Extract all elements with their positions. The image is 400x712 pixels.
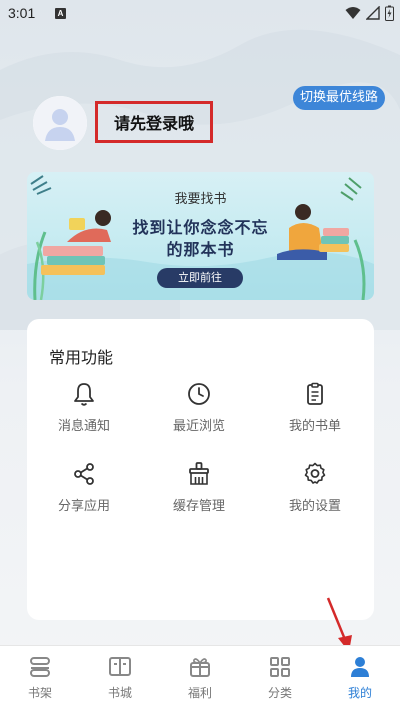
- tab-label: 福利: [187, 686, 212, 700]
- tab-label: 书城: [107, 686, 132, 700]
- bell-icon: [74, 383, 94, 406]
- common-functions-card: 常用功能 消息通知 最近浏览 我的书单 分享应用 缓存管理 我的设置: [27, 319, 374, 620]
- signal-icon: [366, 6, 380, 20]
- bottom-tab-bar: 书架 书城 福利 分类 我的: [0, 645, 400, 712]
- clock-icon: [188, 383, 210, 405]
- tab-bookshelf[interactable]: 书架: [0, 646, 80, 712]
- battery-icon: [385, 5, 394, 21]
- bookshelf-icon: [30, 657, 50, 677]
- avatar[interactable]: [33, 96, 87, 150]
- gear-icon: [304, 462, 326, 484]
- status-time: 3:01: [8, 5, 36, 21]
- notifications-item[interactable]: 消息通知: [34, 381, 134, 445]
- default-avatar-icon: [33, 96, 87, 150]
- recent-browse-item[interactable]: 最近浏览: [149, 381, 249, 445]
- tab-welfare[interactable]: 福利: [160, 646, 240, 712]
- function-label: 缓存管理: [172, 499, 225, 514]
- tab-label: 书架: [27, 686, 52, 700]
- tab-bookstore[interactable]: 书城: [80, 646, 160, 712]
- my-settings-item[interactable]: 我的设置: [265, 461, 365, 525]
- function-label: 我的设置: [288, 499, 341, 514]
- function-label: 消息通知: [57, 419, 110, 434]
- switch-line-button[interactable]: 切换最优线路: [293, 86, 386, 110]
- grid-icon: [270, 657, 290, 677]
- section-title: 常用功能: [49, 348, 114, 367]
- book-icon: [109, 657, 131, 676]
- share-app-item[interactable]: 分享应用: [34, 461, 134, 525]
- wifi-icon: [345, 7, 361, 19]
- tab-label: 分类: [267, 686, 292, 700]
- function-label: 分享应用: [57, 499, 110, 514]
- gift-icon: [190, 658, 210, 677]
- function-label: 我的书单: [288, 419, 341, 434]
- notification-icon: A: [55, 8, 66, 19]
- banner-title: 我要找书: [174, 192, 227, 207]
- my-booklist-item[interactable]: 我的书单: [265, 381, 365, 445]
- tab-label: 我的: [347, 686, 372, 700]
- banner-slogan-line1: 找到让你念念不忘: [132, 218, 269, 237]
- function-label: 最近浏览: [172, 419, 225, 434]
- tab-mine[interactable]: 我的: [320, 646, 400, 712]
- status-bar: 3:01 A: [0, 0, 400, 28]
- user-icon: [351, 657, 369, 677]
- status-icons: [345, 5, 394, 21]
- clipboard-icon: [307, 382, 323, 405]
- find-book-banner[interactable]: 我要找书 找到让你念念不忘 的那本书 立即前往: [27, 172, 374, 300]
- tab-category[interactable]: 分类: [240, 646, 320, 712]
- go-now-button[interactable]: 立即前往: [157, 268, 243, 288]
- banner-slogan-line2: 的那本书: [166, 240, 235, 259]
- share-icon: [74, 463, 94, 485]
- cache-management-item[interactable]: 缓存管理: [149, 461, 249, 525]
- login-prompt[interactable]: 请先登录哦: [95, 101, 213, 143]
- broom-icon: [189, 462, 209, 485]
